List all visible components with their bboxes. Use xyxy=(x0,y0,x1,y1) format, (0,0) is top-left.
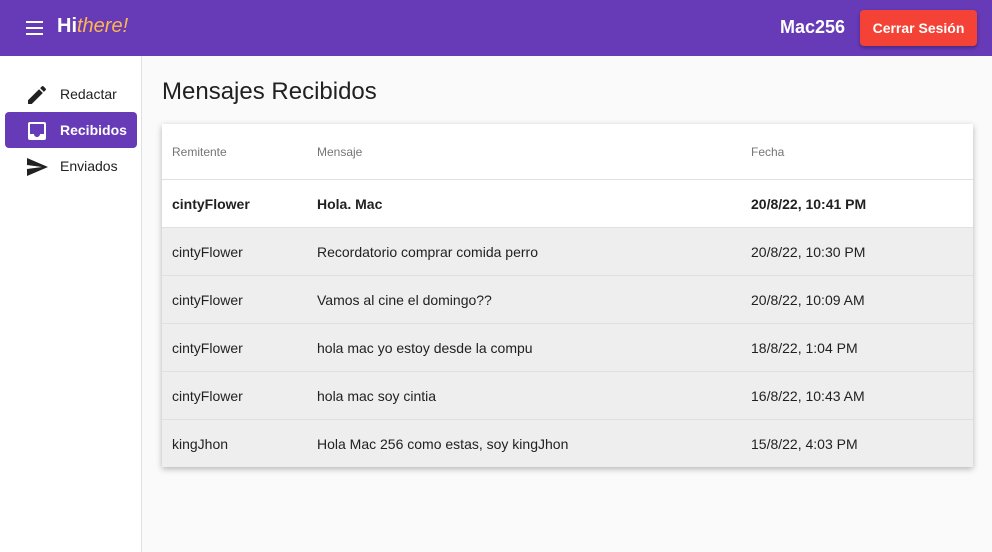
menu-icon[interactable] xyxy=(24,18,46,38)
row-date: 18/8/22, 1:04 PM xyxy=(751,340,858,356)
row-message: Vamos al cine el domingo?? xyxy=(317,292,492,308)
table-row[interactable]: cintyFlower Vamos al cine el domingo?? 2… xyxy=(162,276,973,324)
sidebar-item-label: Enviados xyxy=(60,158,118,174)
row-sender: kingJhon xyxy=(172,436,229,452)
row-date: 20/8/22, 10:41 PM xyxy=(751,196,867,212)
column-header-remitente[interactable]: Remitente xyxy=(172,145,227,159)
sidebar-item-label: Recibidos xyxy=(60,122,127,138)
row-message: Recordatorio comprar comida perro xyxy=(317,244,538,260)
sidebar-item-recibidos[interactable]: Recibidos xyxy=(5,112,137,148)
row-date: 15/8/22, 4:03 PM xyxy=(751,436,858,452)
pencil-icon xyxy=(28,85,47,104)
row-message: hola mac soy cintia xyxy=(317,388,437,404)
app-logo: Hithere! xyxy=(57,15,128,38)
column-header-mensaje[interactable]: Mensaje xyxy=(317,145,362,159)
row-sender: cintyFlower xyxy=(172,196,250,212)
send-icon xyxy=(27,158,48,176)
row-message: Hola Mac 256 como estas, soy kingJhon xyxy=(317,436,569,452)
app-bar: Hithere! Mac256 Cerrar Sesión xyxy=(0,0,992,56)
sidebar-item-redactar[interactable]: Redactar xyxy=(5,76,137,112)
username-label: Mac256 xyxy=(780,17,846,37)
table-row[interactable]: cintyFlower hola mac yo estoy desde la c… xyxy=(162,324,973,372)
brand-accent: there! xyxy=(77,15,129,37)
row-date: 16/8/22, 10:43 AM xyxy=(751,388,865,404)
sidebar-item-label: Redactar xyxy=(60,86,117,102)
logout-button[interactable]: Cerrar Sesión xyxy=(860,10,977,46)
messages-table: Remitente Mensaje Fecha cintyFlower Hola… xyxy=(162,124,973,467)
inbox-icon xyxy=(28,122,46,140)
table-row[interactable]: kingJhon Hola Mac 256 como estas, soy ki… xyxy=(162,420,973,467)
sidebar-item-enviados[interactable]: Enviados xyxy=(5,148,137,184)
row-date: 20/8/22, 10:09 AM xyxy=(751,292,865,308)
sidebar: Redactar Recibidos Enviados xyxy=(0,56,142,552)
table-row[interactable]: cintyFlower hola mac soy cintia 16/8/22,… xyxy=(162,372,973,420)
row-sender: cintyFlower xyxy=(172,388,243,404)
column-header-fecha[interactable]: Fecha xyxy=(751,145,784,159)
row-sender: cintyFlower xyxy=(172,244,243,260)
brand-prefix: Hi xyxy=(57,15,77,37)
row-message: hola mac yo estoy desde la compu xyxy=(317,340,533,356)
row-message: Hola. Mac xyxy=(317,196,383,212)
row-date: 20/8/22, 10:30 PM xyxy=(751,244,866,260)
table-row[interactable]: cintyFlower Recordatorio comprar comida … xyxy=(162,228,973,276)
page-title: Mensajes Recibidos xyxy=(162,78,377,105)
row-sender: cintyFlower xyxy=(172,340,243,356)
row-sender: cintyFlower xyxy=(172,292,243,308)
table-row[interactable]: cintyFlower Hola. Mac 20/8/22, 10:41 PM xyxy=(162,180,973,228)
table-header: Remitente Mensaje Fecha xyxy=(162,124,973,180)
